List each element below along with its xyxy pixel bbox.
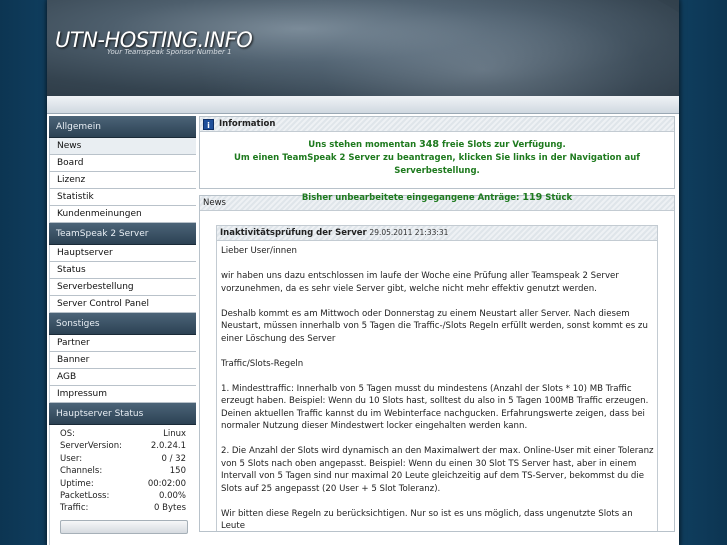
globe-graphic <box>197 0 679 96</box>
sidebar-item-banner[interactable]: Banner <box>49 352 196 369</box>
site-tagline: Your Teamspeak Sponsor Number 1 <box>107 48 232 56</box>
order-hint-line: Um einen TeamSpeak 2 Server zu beantrage… <box>233 153 641 176</box>
main-column: i Information Uns stehen momentan 348 fr… <box>199 116 675 538</box>
info-box-title: Information <box>219 119 276 129</box>
news-post-title[interactable]: Inaktivitätsprüfung der Server <box>220 228 367 238</box>
sidebar-section-allgemein: Allgemein <box>49 116 196 138</box>
news-paragraph: Lieber User/innen <box>221 246 297 256</box>
news-paragraph: 1. Mindesttraffic: Innerhalb von 5 Tagen… <box>221 383 649 432</box>
news-paragraph: Wir bitten diese Regeln zu berücksichtig… <box>221 508 633 532</box>
status-label: Channels: <box>60 466 103 477</box>
info-icon: i <box>203 118 214 130</box>
info-box: i Information Uns stehen momentan 348 fr… <box>199 116 675 203</box>
status-row: User: 0 / 32 <box>60 454 186 466</box>
status-label: Uptime: <box>60 478 94 489</box>
sidebar-item-board[interactable]: Board <box>49 155 196 172</box>
sidebar-section-sonstiges: Sonstiges <box>49 313 196 335</box>
status-value: 0.00% <box>158 490 186 501</box>
free-slots-count: 348 <box>419 139 439 150</box>
status-value: 0 / 32 <box>161 453 187 464</box>
sidebar-item-kundenmeinungen[interactable]: Kundenmeinungen <box>49 206 196 223</box>
content-area: Allgemein News Board Lizenz Statistik Ku… <box>47 114 679 545</box>
info-box-header: i Information <box>200 117 674 132</box>
news-post-header: Inaktivitätsprüfung der Server 29.05.201… <box>217 226 657 241</box>
free-slots-line: Uns stehen momentan 348 freie Slots zur … <box>200 138 674 152</box>
sidebar-section-teamspeak: TeamSpeak 2 Server <box>49 223 196 245</box>
status-label: ServerVersion: <box>60 441 122 452</box>
news-paragraph: Traffic/Slots-Regeln <box>221 358 304 369</box>
free-slots-text-post: freie Slots zur Verfügung. <box>441 140 566 150</box>
pending-count: 119 <box>522 192 543 203</box>
status-label: Traffic: <box>60 503 89 514</box>
pending-text-pre: Bisher unbearbeitete eingegangene Anträg… <box>301 193 520 203</box>
news-paragraph: 2. Die Anzahl der Slots wird dynamisch a… <box>221 446 654 494</box>
pending-text-post: Stück <box>545 193 573 203</box>
status-row: Traffic: 0 Bytes <box>60 503 186 515</box>
status-value: 00:02:00 <box>147 478 186 489</box>
status-label: OS: <box>60 429 75 439</box>
news-post-date: 29.05.2011 21:33:31 <box>369 228 449 237</box>
status-value: 150 <box>169 466 186 477</box>
sidebar-item-agb[interactable]: AGB <box>49 369 196 386</box>
status-value: 0 Bytes <box>154 503 186 514</box>
status-row: OS: Linux <box>60 429 186 441</box>
sidebar-item-server-control-panel[interactable]: Server Control Panel <box>49 296 196 313</box>
status-value: 2.0.24.1 <box>150 441 186 452</box>
news-post-body: Lieber User/innen wir haben uns dazu ent… <box>217 241 657 531</box>
status-row: ServerVersion: 2.0.24.1 <box>60 441 186 453</box>
server-status-panel: OS: Linux ServerVersion: 2.0.24.1 User: 0 /… <box>49 425 196 545</box>
top-navbar <box>47 96 679 114</box>
sidebar-item-impressum[interactable]: Impressum <box>49 386 196 403</box>
status-row: PacketLoss: 0.00% <box>60 491 186 503</box>
status-value: Linux <box>163 429 186 439</box>
sidebar-item-serverbestellung[interactable]: Serverbestellung <box>49 279 196 296</box>
sidebar: Allgemein News Board Lizenz Statistik Ku… <box>49 116 196 545</box>
news-content: Inaktivitätsprüfung der Server 29.05.201… <box>200 211 674 531</box>
status-row: Uptime: 00:02:00 <box>60 479 186 491</box>
news-box-title: News <box>203 198 226 208</box>
status-label: PacketLoss: <box>60 490 110 501</box>
sidebar-item-hauptserver[interactable]: Hauptserver <box>49 245 196 262</box>
news-paragraph: wir haben uns dazu entschlossen im laufe… <box>221 271 619 294</box>
status-details-button[interactable] <box>60 519 188 534</box>
news-post: Inaktivitätsprüfung der Server 29.05.201… <box>216 225 658 531</box>
sidebar-item-status[interactable]: Status <box>49 262 196 279</box>
status-row: Channels: 150 <box>60 466 186 478</box>
sidebar-item-partner[interactable]: Partner <box>49 335 196 352</box>
header-banner: UTN-HOSTING.INFO Your Teamspeak Sponsor … <box>47 0 679 96</box>
status-label: User: <box>60 453 83 464</box>
sidebar-item-statistik[interactable]: Statistik <box>49 189 196 206</box>
sidebar-section-server-status: Hauptserver Status <box>49 403 196 425</box>
sidebar-item-news[interactable]: News <box>49 138 196 155</box>
free-slots-text-pre: Uns stehen momentan <box>308 140 417 150</box>
news-box: News Inaktivitätsprüfung der Server 29.0… <box>199 195 675 532</box>
info-box-body: Uns stehen momentan 348 freie Slots zur … <box>200 132 674 203</box>
news-paragraph: Deshalb kommt es am Mittwoch oder Donner… <box>221 308 648 344</box>
sidebar-item-lizenz[interactable]: Lizenz <box>49 172 196 189</box>
page-wrapper: UTN-HOSTING.INFO Your Teamspeak Sponsor … <box>47 0 679 545</box>
